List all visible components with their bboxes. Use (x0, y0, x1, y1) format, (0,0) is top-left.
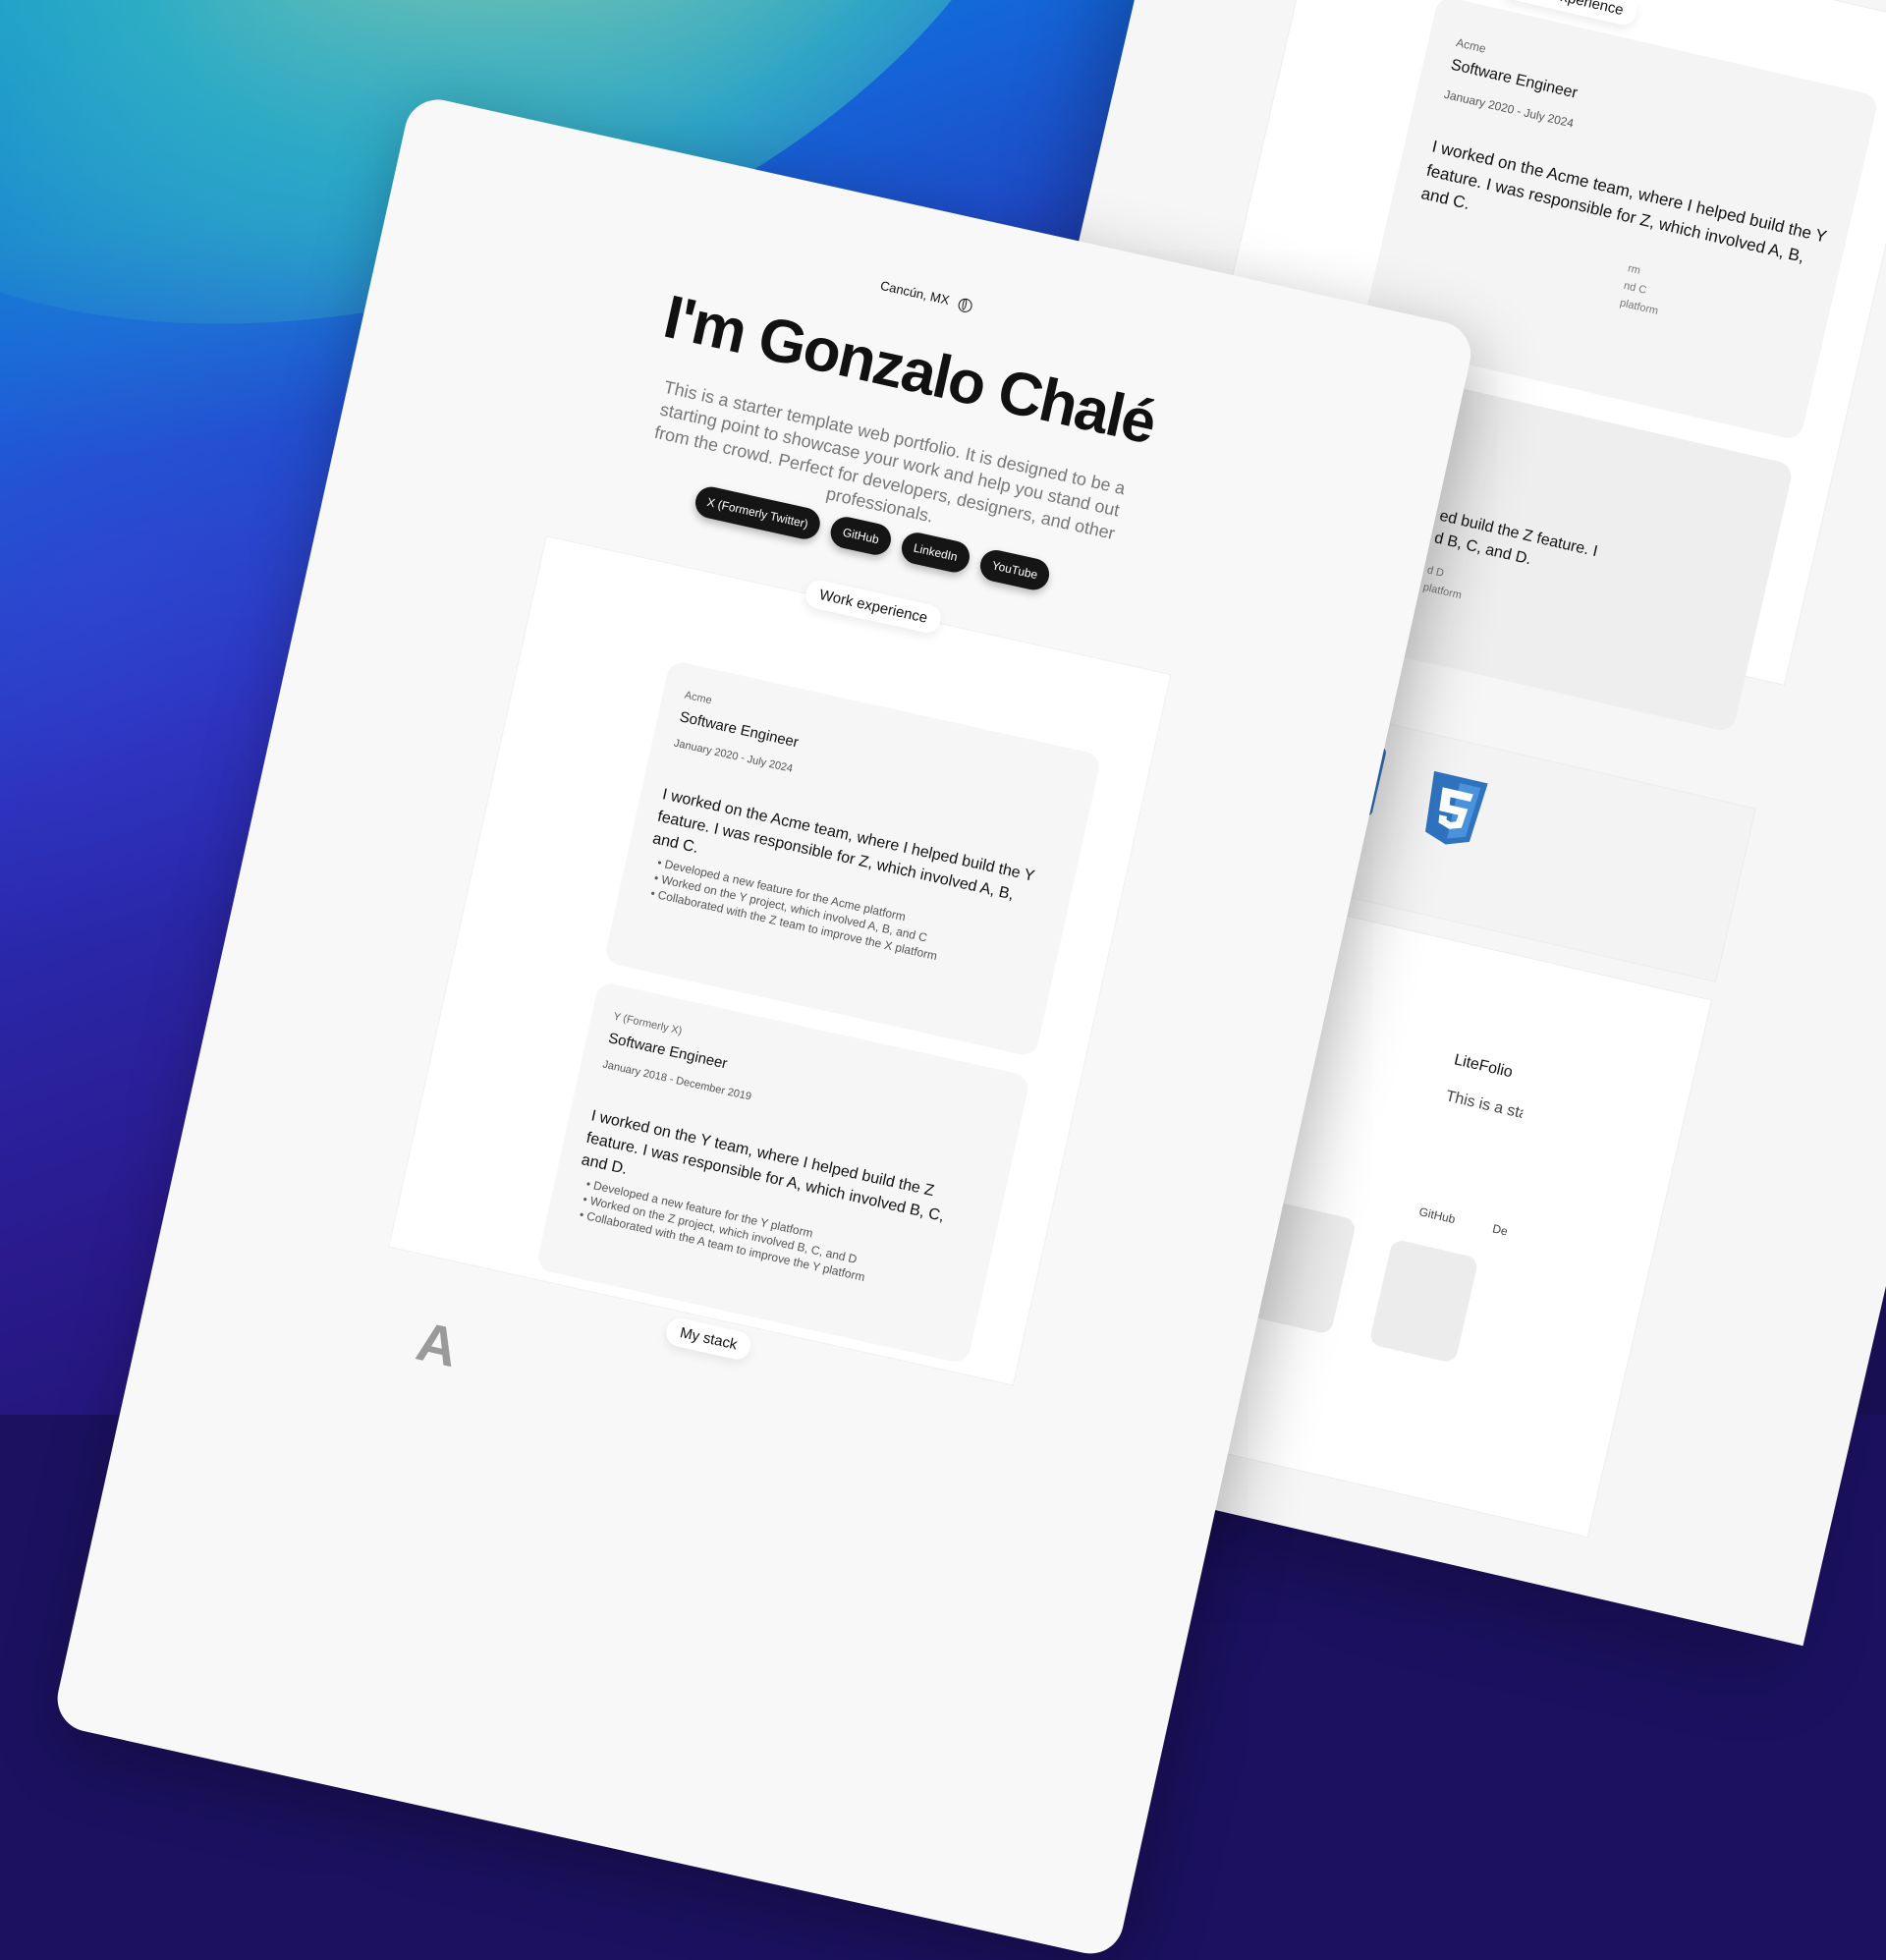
bullet-fragment: rm (1626, 262, 1642, 277)
section-label: Work experience (803, 578, 944, 636)
job-description: ed build the Z feature. I d B, C, and D. (1432, 507, 1599, 569)
job-dates: January 2018 - December 2019 (601, 1058, 753, 1103)
globe-icon (956, 297, 973, 313)
bullet-fragment: nd C (1622, 279, 1648, 297)
bullet-fragment: platform (1421, 581, 1464, 602)
bullet-fragment: d D (1425, 564, 1446, 580)
work-experience-section: Work experience Acme Software Engineer J… (388, 535, 1172, 1386)
job-company: Acme (1455, 35, 1488, 56)
stack-icon-fragment: A (411, 1310, 464, 1379)
linkedin-button[interactable]: LinkedIn (899, 530, 972, 576)
bullet-fragment: platform (1618, 297, 1660, 318)
location-text: Cancún, MX (878, 277, 951, 308)
job-company: Acme (683, 689, 713, 707)
github-button[interactable]: GitHub (827, 514, 894, 558)
youtube-button[interactable]: YouTube (976, 546, 1053, 593)
